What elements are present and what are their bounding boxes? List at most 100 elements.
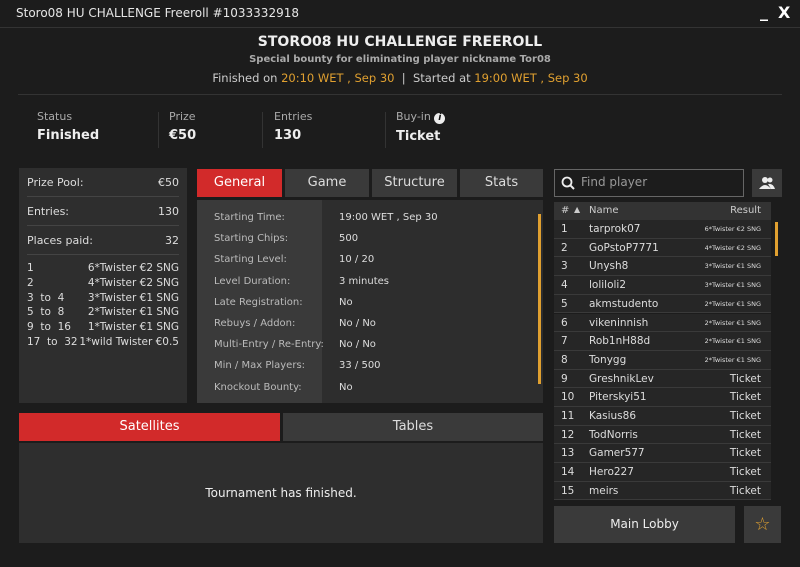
details-scrollbar[interactable] bbox=[538, 214, 541, 384]
prize-value: 1*wild Twister €0.5 bbox=[79, 335, 179, 348]
player-name: GoPstoP7771 bbox=[589, 241, 659, 254]
stat-entries: Entries 130 bbox=[274, 110, 312, 143]
player-row[interactable]: 10 Piterskyi51 Ticket bbox=[554, 388, 771, 407]
window-title: Storo08 HU CHALLENGE Freeroll #103333291… bbox=[16, 6, 299, 20]
player-rank: 15 bbox=[561, 484, 575, 497]
player-rank: 3 bbox=[561, 260, 568, 273]
info-icon[interactable]: i bbox=[434, 113, 446, 124]
detail-label: Starting Level: bbox=[214, 254, 287, 266]
col-num[interactable]: # bbox=[561, 205, 569, 216]
player-rank: 11 bbox=[561, 410, 575, 422]
title-bar: Storo08 HU CHALLENGE Freeroll #103333291… bbox=[0, 0, 800, 28]
summary-label: Prize Pool: bbox=[27, 175, 84, 189]
summary-value: 130 bbox=[158, 204, 179, 218]
stat-value: Finished bbox=[37, 128, 100, 143]
stat-status: Status Finished bbox=[37, 110, 99, 143]
player-row[interactable]: 3 Unysh8 3*Twister €1 SNG bbox=[554, 257, 771, 277]
separator: | bbox=[401, 71, 406, 85]
player-row[interactable]: 11 Kasius86 Ticket bbox=[554, 407, 771, 426]
col-name[interactable]: Name bbox=[589, 205, 619, 216]
player-result: Ticket bbox=[729, 484, 761, 497]
player-row[interactable]: 14 Hero227 Ticket bbox=[554, 463, 771, 482]
player-row[interactable]: 13 Gamer577 Ticket bbox=[554, 444, 771, 464]
player-row[interactable]: 2 GoPstoP7771 4*Twister €2 SNG bbox=[554, 238, 771, 258]
player-row[interactable]: 4 lolilolі2 3*Twister €1 SNG bbox=[554, 276, 771, 295]
player-result: 2*Twister €1 SNG bbox=[704, 337, 761, 346]
col-result[interactable]: Result bbox=[730, 205, 761, 216]
stat-prize: Prize €50 bbox=[169, 110, 196, 143]
prize-place: 3 to 4 bbox=[27, 291, 65, 304]
prize-row: 3 to 4 3*Twister €1 SNG bbox=[27, 291, 179, 306]
player-rank: 6 bbox=[561, 316, 568, 329]
player-name: Kasius86 bbox=[589, 410, 637, 422]
player-result: 6*Twister €2 SNG bbox=[704, 225, 761, 233]
player-result: 2*Twister €1 SNG bbox=[704, 355, 761, 364]
general-details: Starting Time: 19:00 WET , Sep 30 Starting… bbox=[197, 200, 543, 403]
detail-row: Multi-Entry / Re-Entry: No / No bbox=[197, 339, 543, 360]
prize-row: 17 to 32 1*wild Twister €0.5 bbox=[27, 335, 179, 350]
player-name: Unysh8 bbox=[589, 260, 629, 273]
player-rank: 10 bbox=[561, 391, 575, 404]
player-search[interactable] bbox=[554, 169, 744, 197]
player-row[interactable]: 9 GreshnikLev Ticket bbox=[554, 369, 771, 389]
player-name: Tonygg bbox=[589, 353, 627, 366]
player-name: GreshnikLev bbox=[589, 372, 654, 385]
detail-value: 3 minutes bbox=[339, 275, 390, 287]
player-row[interactable]: 7 Rob1nH88d 2*Twister €1 SNG bbox=[554, 332, 771, 351]
player-rank: 5 bbox=[561, 297, 568, 310]
main-lobby-button[interactable]: Main Lobby bbox=[554, 506, 735, 543]
prize-value: 4*Twister €2 SNG bbox=[87, 276, 179, 289]
player-row[interactable]: 8 Tonygg 2*Twister €1 SNG bbox=[554, 350, 771, 370]
stat-label: Prize bbox=[169, 110, 196, 123]
players-scrollbar[interactable] bbox=[775, 222, 778, 256]
tournament-title: STORO08 HU CHALLENGE FREEROLL bbox=[257, 34, 543, 50]
detail-label: Starting Time: bbox=[214, 212, 285, 223]
detail-value: No bbox=[339, 381, 353, 393]
player-result: 2*Twister €1 SNG bbox=[704, 299, 761, 308]
detail-value: 33 / 500 bbox=[339, 360, 381, 372]
favorite-button[interactable]: ☆ bbox=[744, 506, 781, 543]
player-result: Ticket bbox=[729, 466, 761, 479]
player-name: lolilolі2 bbox=[589, 279, 627, 292]
detail-label: Min / Max Players: bbox=[214, 360, 306, 372]
player-row[interactable]: 12 TodNorris Ticket bbox=[554, 425, 771, 445]
player-result: Ticket bbox=[729, 410, 761, 422]
player-row[interactable]: 1 tarprok07 6*Twister €2 SNG bbox=[554, 220, 771, 239]
player-row[interactable]: 6 vikeninnish 2*Twister €1 SNG bbox=[554, 313, 771, 333]
close-button[interactable]: X bbox=[778, 3, 790, 22]
started-label: Started at bbox=[412, 71, 471, 85]
tab-game[interactable]: Game bbox=[285, 169, 369, 197]
detail-value: 500 bbox=[339, 233, 359, 245]
prize-value: 3*Twister €1 SNG bbox=[87, 291, 179, 304]
prize-place: 17 to 32 bbox=[27, 335, 78, 348]
player-name: TodNorris bbox=[589, 428, 638, 441]
player-result: Ticket bbox=[729, 428, 761, 441]
detail-row: Rebuys / Addon: No / No bbox=[197, 318, 543, 339]
divider bbox=[158, 112, 159, 148]
prize-value: 2*Twister €1 SNG bbox=[87, 306, 179, 319]
summary-row: Places paid: 32 bbox=[27, 226, 179, 255]
star-icon: ☆ bbox=[754, 514, 771, 535]
sort-asc-icon[interactable]: ▲ bbox=[574, 205, 580, 214]
player-row[interactable]: 15 meirs Ticket bbox=[554, 481, 771, 501]
detail-row: Starting Chips: 500 bbox=[197, 233, 543, 254]
player-rank: 4 bbox=[561, 279, 568, 292]
tab-tables[interactable]: Tables bbox=[283, 413, 543, 441]
detail-value: No bbox=[339, 296, 353, 308]
detail-row: Level Duration: 3 minutes bbox=[197, 276, 543, 297]
started-time: 19:00 WET , Sep 30 bbox=[474, 71, 588, 85]
friends-button[interactable] bbox=[752, 169, 782, 197]
prize-place: 5 to 8 bbox=[27, 306, 65, 319]
tab-satellites[interactable]: Satellites bbox=[19, 413, 280, 441]
player-row[interactable]: 5 akmstudento 2*Twister €1 SNG bbox=[554, 294, 771, 314]
tab-structure[interactable]: Structure bbox=[372, 169, 457, 197]
tab-stats[interactable]: Stats bbox=[460, 169, 543, 197]
prize-summary-panel: Prize Pool: €50 Entries: 130 Places paid: 3… bbox=[19, 168, 187, 403]
tab-general[interactable]: General bbox=[197, 169, 282, 197]
player-name: vikeninnish bbox=[589, 316, 649, 329]
detail-row: Min / Max Players: 33 / 500 bbox=[197, 360, 543, 381]
search-input[interactable] bbox=[581, 175, 731, 189]
minimize-button[interactable]: _ bbox=[760, 2, 768, 21]
divider bbox=[262, 112, 263, 148]
search-icon bbox=[561, 176, 575, 190]
